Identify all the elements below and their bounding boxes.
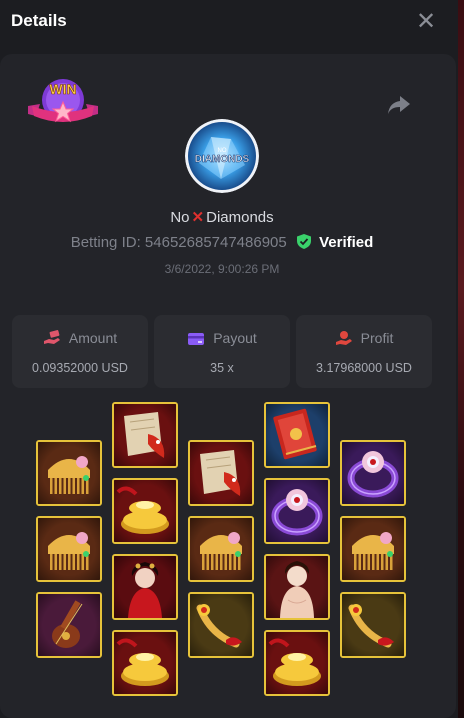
card-icon xyxy=(188,333,205,345)
win-badge: WIN xyxy=(26,76,100,132)
reel-symbol-ring xyxy=(340,440,406,506)
reel-symbol-lady-pale xyxy=(264,554,330,620)
reel-symbol-scroll xyxy=(188,440,254,506)
game-name-right: Diamonds xyxy=(206,209,274,226)
reel-symbol-comb xyxy=(340,516,406,582)
share-icon[interactable] xyxy=(386,92,412,118)
stat-amount: Amount 0.09352000 USD xyxy=(12,315,148,388)
profit-label: Profit xyxy=(360,330,394,346)
reel-symbol-comb xyxy=(188,516,254,582)
stat-payout: Payout 35 x xyxy=(154,315,290,388)
stat-profit: Profit 3.17968000 USD xyxy=(296,315,432,388)
reel-symbol-lady-red xyxy=(112,554,178,620)
coins-hand-icon xyxy=(335,331,352,345)
reel-symbol-book xyxy=(264,402,330,468)
hand-money-icon xyxy=(43,330,60,344)
betting-id-label: Betting ID: xyxy=(70,234,141,251)
reel-symbol-gold xyxy=(112,630,178,696)
amount-label: Amount xyxy=(68,330,118,346)
game-name-left: No xyxy=(170,209,190,226)
cross-icon: ✕ xyxy=(191,209,205,226)
reel-symbol-comb xyxy=(36,516,102,582)
game-logo: NO DIAMONDS xyxy=(185,119,259,193)
reel-symbol-scroll xyxy=(112,402,178,468)
verified-shield-icon xyxy=(296,234,311,249)
win-badge-text: WIN xyxy=(49,81,76,97)
payout-value: 35 x xyxy=(210,361,234,375)
modal-title: Details xyxy=(11,11,67,30)
reel-symbol-hairpin xyxy=(188,592,254,658)
reel-symbol-hairpin xyxy=(340,592,406,658)
logo-main-text: DIAMONDS xyxy=(195,154,250,165)
betting-id-line: Betting ID: 54652685747486905 Verified xyxy=(0,234,444,251)
amount-value: 0.09352000 USD xyxy=(32,361,128,375)
close-icon[interactable]: ✕ xyxy=(414,10,438,34)
reel-symbol-comb xyxy=(36,440,102,506)
bet-timestamp: 3/6/2022, 9:00:26 PM xyxy=(164,262,280,276)
game-name: No ✕ Diamonds xyxy=(0,208,444,226)
payout-label: Payout xyxy=(213,330,257,346)
reel-symbol-gold xyxy=(112,478,178,544)
background-edge xyxy=(458,0,464,718)
betting-id-value[interactable]: 54652685747486905 xyxy=(145,234,287,251)
reel-symbol-lute xyxy=(36,592,102,658)
reel-symbol-ring xyxy=(264,478,330,544)
reel-symbol-gold xyxy=(264,630,330,696)
profit-value: 3.17968000 USD xyxy=(316,361,412,375)
details-modal: Details ✕ WIN NO DIAMONDS No ✕ Diamonds … xyxy=(0,0,458,718)
verified-label: Verified xyxy=(319,234,374,251)
